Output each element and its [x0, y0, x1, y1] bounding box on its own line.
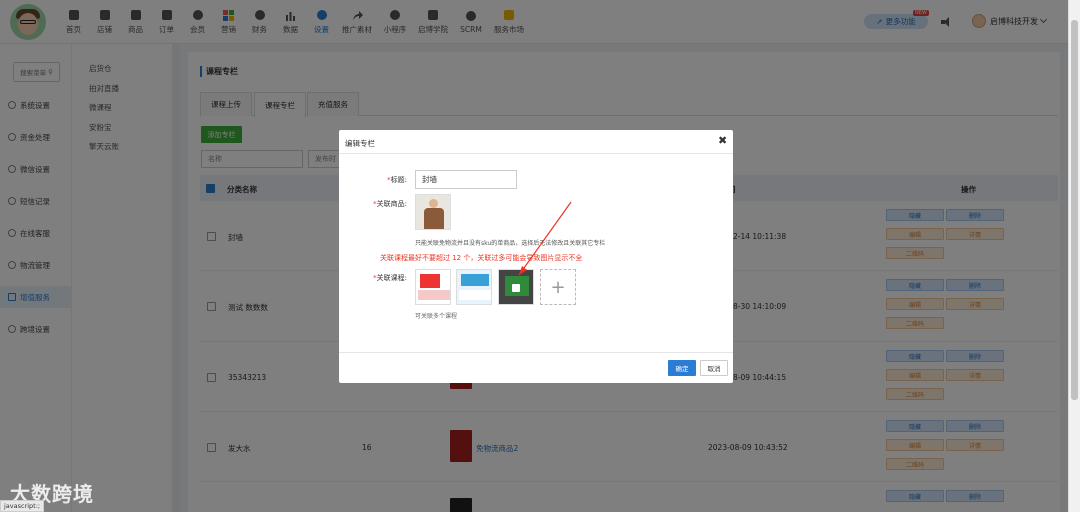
edit-column-dialog: 编辑专栏 ✖ *标题: 封墙 *关联商品: 只能关联免物流并且没有sku的单商品…: [339, 130, 733, 383]
status-bar: javascript:;: [0, 500, 45, 512]
page-scrollbar[interactable]: [1068, 0, 1080, 512]
annotation-arrow: [518, 201, 572, 276]
